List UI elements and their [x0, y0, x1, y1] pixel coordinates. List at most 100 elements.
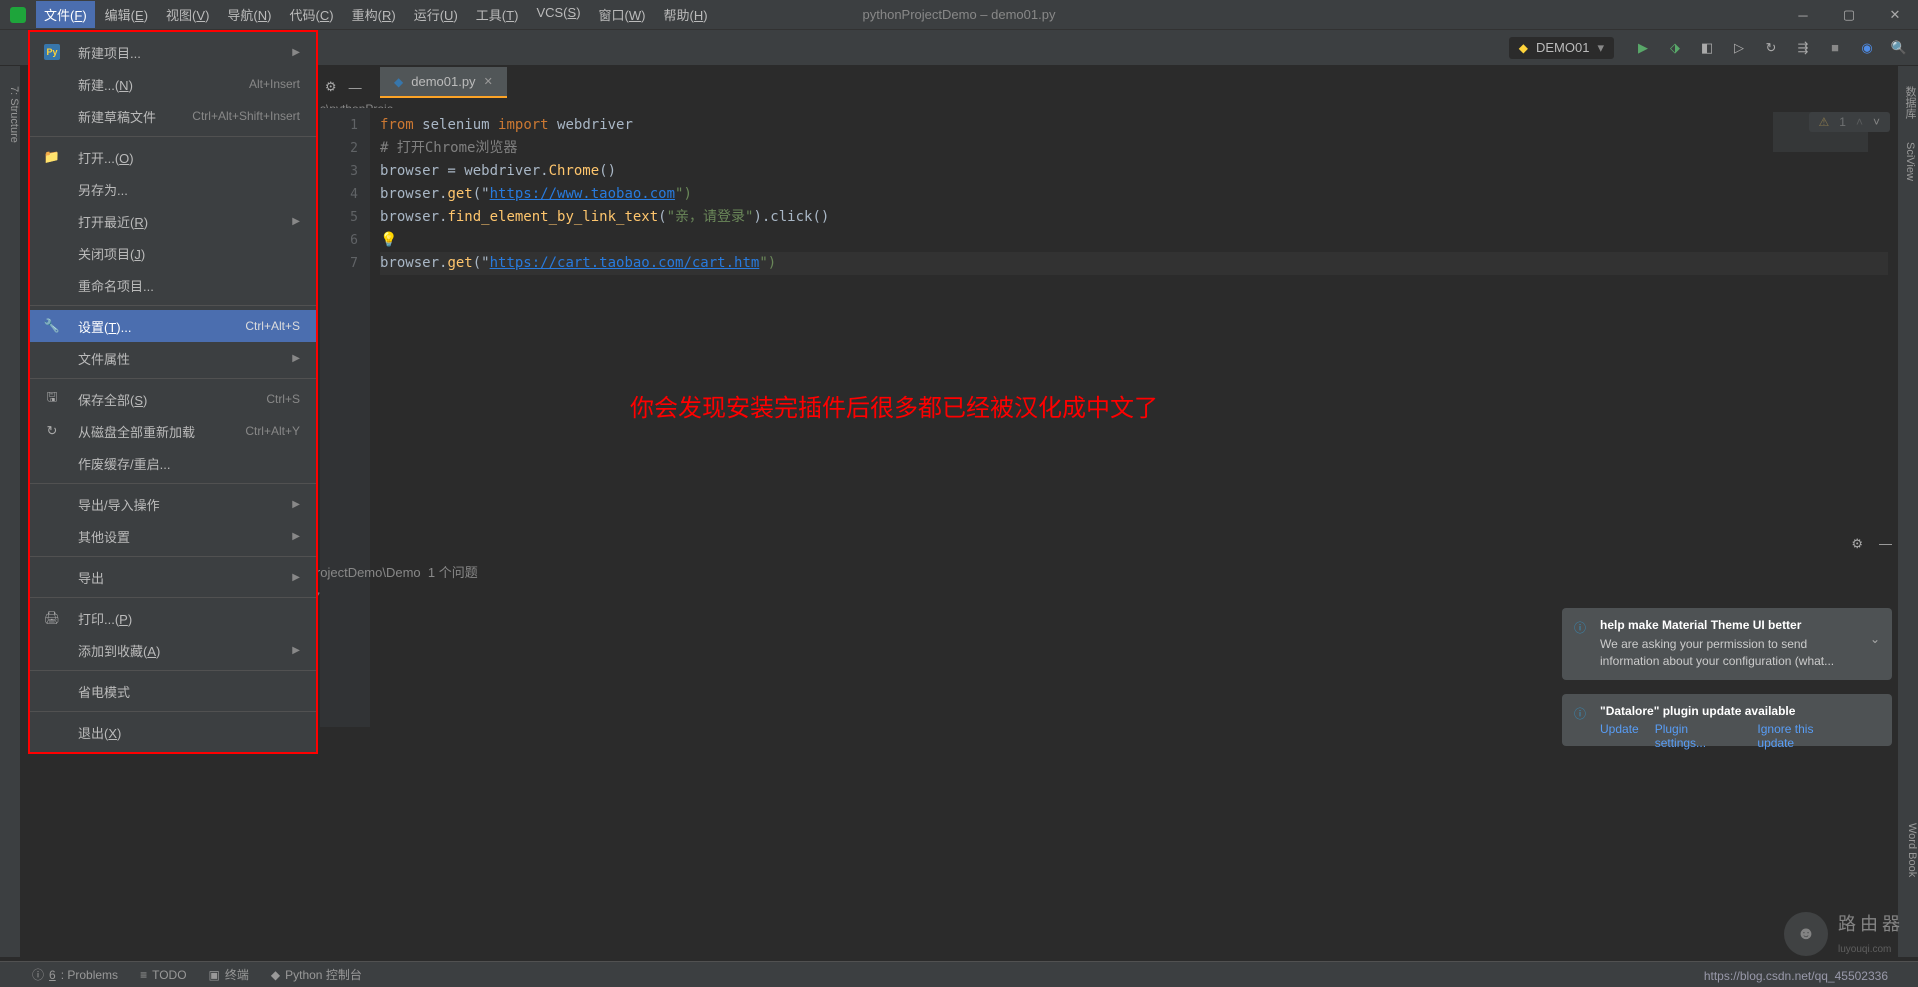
menu-shortcut: Alt+Insert — [249, 77, 300, 91]
chevron-down-icon: ▾ — [1597, 40, 1604, 56]
minimize-icon[interactable]: — — [349, 80, 362, 95]
menu-view[interactable]: 视图(V) — [158, 1, 217, 28]
run-button[interactable]: ▶ — [1634, 39, 1652, 57]
menu-separator — [30, 305, 316, 306]
menu-item-label: 其他设置 — [78, 527, 286, 546]
menu-item-label: 新建...(N) — [78, 75, 249, 94]
menu-item-16[interactable]: 🖨打印...(P) — [30, 602, 316, 634]
submenu-arrow-icon: ▶ — [292, 645, 300, 656]
attach-button[interactable]: ⇶ — [1794, 39, 1812, 57]
debug-button[interactable]: ⬗ — [1666, 39, 1684, 57]
menu-item-label: 从磁盘全部重新加载 — [78, 422, 245, 441]
plugin-settings-link[interactable]: Plugin settings... — [1655, 722, 1742, 750]
menu-run[interactable]: 运行(U) — [406, 1, 466, 28]
menu-item-13[interactable]: 导出/导入操作 ▶ — [30, 488, 316, 520]
maximize-button[interactable]: ▢ — [1826, 0, 1872, 30]
menu-help[interactable]: 帮助(H) — [656, 1, 716, 28]
terminal-tab[interactable]: ▣ 终端 — [209, 966, 249, 983]
menu-item-17[interactable]: 添加到收藏(A)▶ — [30, 634, 316, 666]
menu-navigate[interactable]: 导航(N) — [219, 1, 279, 28]
sciview-tab[interactable]: SciView — [1904, 142, 1916, 181]
profile-button[interactable]: ▷ — [1730, 39, 1748, 57]
minimize-icon[interactable]: — — [1879, 536, 1892, 552]
bottom-tool-settings: ⚙ — — [1851, 536, 1892, 552]
submenu-arrow-icon: ▶ — [292, 499, 300, 510]
menu-item-1[interactable]: 新建...(N)Alt+Insert — [30, 68, 316, 100]
menu-item-10[interactable]: 🖫保存全部(S)Ctrl+S — [30, 383, 316, 415]
submenu-arrow-icon: ▶ — [292, 353, 300, 364]
menu-file[interactable]: 文件(F) — [36, 1, 95, 28]
menu-item-14[interactable]: 其他设置▶ — [30, 520, 316, 552]
ignore-link[interactable]: Ignore this update — [1757, 722, 1852, 750]
concurrent-button[interactable]: ↻ — [1762, 39, 1780, 57]
menu-item-2[interactable]: 新建草稿文件Ctrl+Alt+Shift+Insert — [30, 100, 316, 132]
expand-icon[interactable]: ⌄ — [1870, 632, 1880, 646]
search-button[interactable]: 🔍 — [1890, 39, 1908, 57]
structure-tab[interactable]: 7: Structure — [8, 86, 20, 957]
menu-tools[interactable]: 工具(T) — [468, 1, 527, 28]
editor-region: ⇵ ⚙ — ◆ demo01.py ✕ 1234567 from seleniu… — [320, 66, 1898, 957]
database-tab[interactable]: 数据库 — [1904, 86, 1916, 119]
menu-item-12[interactable]: 作废缓存/重启... — [30, 447, 316, 479]
menu-refactor[interactable]: 重构(R) — [344, 1, 404, 28]
minimap[interactable] — [1773, 112, 1868, 152]
menu-item-18[interactable]: 省电模式 — [30, 675, 316, 707]
menu-item-9[interactable]: 文件属性 ▶ — [30, 342, 316, 374]
close-button[interactable]: ✕ — [1872, 0, 1918, 30]
menu-item-label: 新建草稿文件 — [78, 107, 192, 126]
python-console-tab[interactable]: ◆ Python 控制台 — [271, 966, 362, 983]
python-icon: ◆ — [1519, 41, 1528, 55]
notification-datalore[interactable]: ⓘ "Datalore" plugin update available Upd… — [1562, 694, 1892, 746]
menu-item-3[interactable]: 📁打开...(O) — [30, 141, 316, 173]
stop-button[interactable]: ■ — [1826, 39, 1844, 57]
bulb-icon[interactable]: 💡 — [380, 232, 397, 248]
menu-edit[interactable]: 编辑(E) — [97, 1, 156, 28]
menu-item-19[interactable]: 退出(X) — [30, 716, 316, 748]
menu-item-15[interactable]: 导出▶ — [30, 561, 316, 593]
gear-icon[interactable]: ⚙ — [1851, 536, 1863, 552]
menu-separator — [30, 711, 316, 712]
menu-item-label: 省电模式 — [78, 682, 300, 701]
gear-icon[interactable]: ⚙ — [325, 79, 337, 95]
status-url: https://blog.csdn.net/qq_45502336 — [1704, 969, 1888, 983]
folder-icon: 📁 — [44, 149, 60, 165]
menu-item-label: 重命名项目... — [78, 276, 300, 295]
editor-tabs: ◆ demo01.py ✕ — [320, 66, 1898, 98]
menu-item-0[interactable]: Py新建项目...▶ — [30, 36, 316, 68]
chevron-down-icon[interactable]: ˅ — [1873, 115, 1880, 129]
menu-item-8[interactable]: 🔧设置(T)...Ctrl+Alt+S — [30, 310, 316, 342]
menu-item-7[interactable]: 重命名项目... — [30, 269, 316, 301]
file-menu-dropdown: Py新建项目...▶新建...(N)Alt+Insert新建草稿文件Ctrl+A… — [28, 30, 318, 754]
todo-tab[interactable]: ≡ TODO — [140, 968, 186, 982]
minimize-button[interactable]: ─ — [1780, 0, 1826, 30]
menu-item-4[interactable]: 另存为... — [30, 173, 316, 205]
window-controls: ─ ▢ ✕ — [1780, 0, 1918, 30]
coverage-button[interactable]: ◧ — [1698, 39, 1716, 57]
menu-window[interactable]: 窗口(W) — [591, 1, 654, 28]
py-icon: Py — [44, 44, 60, 60]
problems-tab[interactable]: ⓘ 66: Problems: Problems — [32, 966, 118, 983]
run-config-label: DEMO01 — [1536, 40, 1589, 55]
menu-item-6[interactable]: 关闭项目(J) — [30, 237, 316, 269]
tab-demo01[interactable]: ◆ demo01.py ✕ — [380, 67, 507, 98]
window-title: pythonProjectDemo – demo01.py — [863, 7, 1056, 22]
menu-item-label: 打开最近(R) — [78, 212, 286, 231]
run-config-selector[interactable]: ◆ DEMO01 ▾ — [1509, 37, 1614, 59]
menu-vcs[interactable]: VCS(S) — [528, 1, 588, 28]
menu-shortcut: Ctrl+Alt+S — [245, 319, 300, 333]
tab-close-icon[interactable]: ✕ — [484, 75, 493, 88]
bottom-bar: ⓘ 66: Problems: Problems ≡ TODO ▣ 终端 ◆ P… — [0, 961, 1918, 987]
menu-item-label: 退出(X) — [78, 723, 300, 742]
menu-code[interactable]: 代码(C) — [282, 1, 342, 28]
update-link[interactable]: Update — [1600, 722, 1639, 750]
menu-bar: 文件(F) 编辑(E) 视图(V) 导航(N) 代码(C) 重构(R) 运行(U… — [36, 1, 716, 28]
menu-item-label: 导出/导入操作 — [78, 495, 286, 514]
notification-material-theme[interactable]: ⓘ help make Material Theme UI better We … — [1562, 608, 1892, 680]
menu-item-11[interactable]: ↻从磁盘全部重新加载Ctrl+Alt+Y — [30, 415, 316, 447]
menu-item-5[interactable]: 打开最近(R)▶ — [30, 205, 316, 237]
wordbook-tab[interactable]: Word Book — [1906, 823, 1918, 877]
menu-item-label: 文件属性 — [78, 349, 286, 368]
codewith-button[interactable]: ◉ — [1858, 39, 1876, 57]
menu-separator — [30, 378, 316, 379]
menu-shortcut: Ctrl+Alt+Shift+Insert — [192, 109, 300, 123]
